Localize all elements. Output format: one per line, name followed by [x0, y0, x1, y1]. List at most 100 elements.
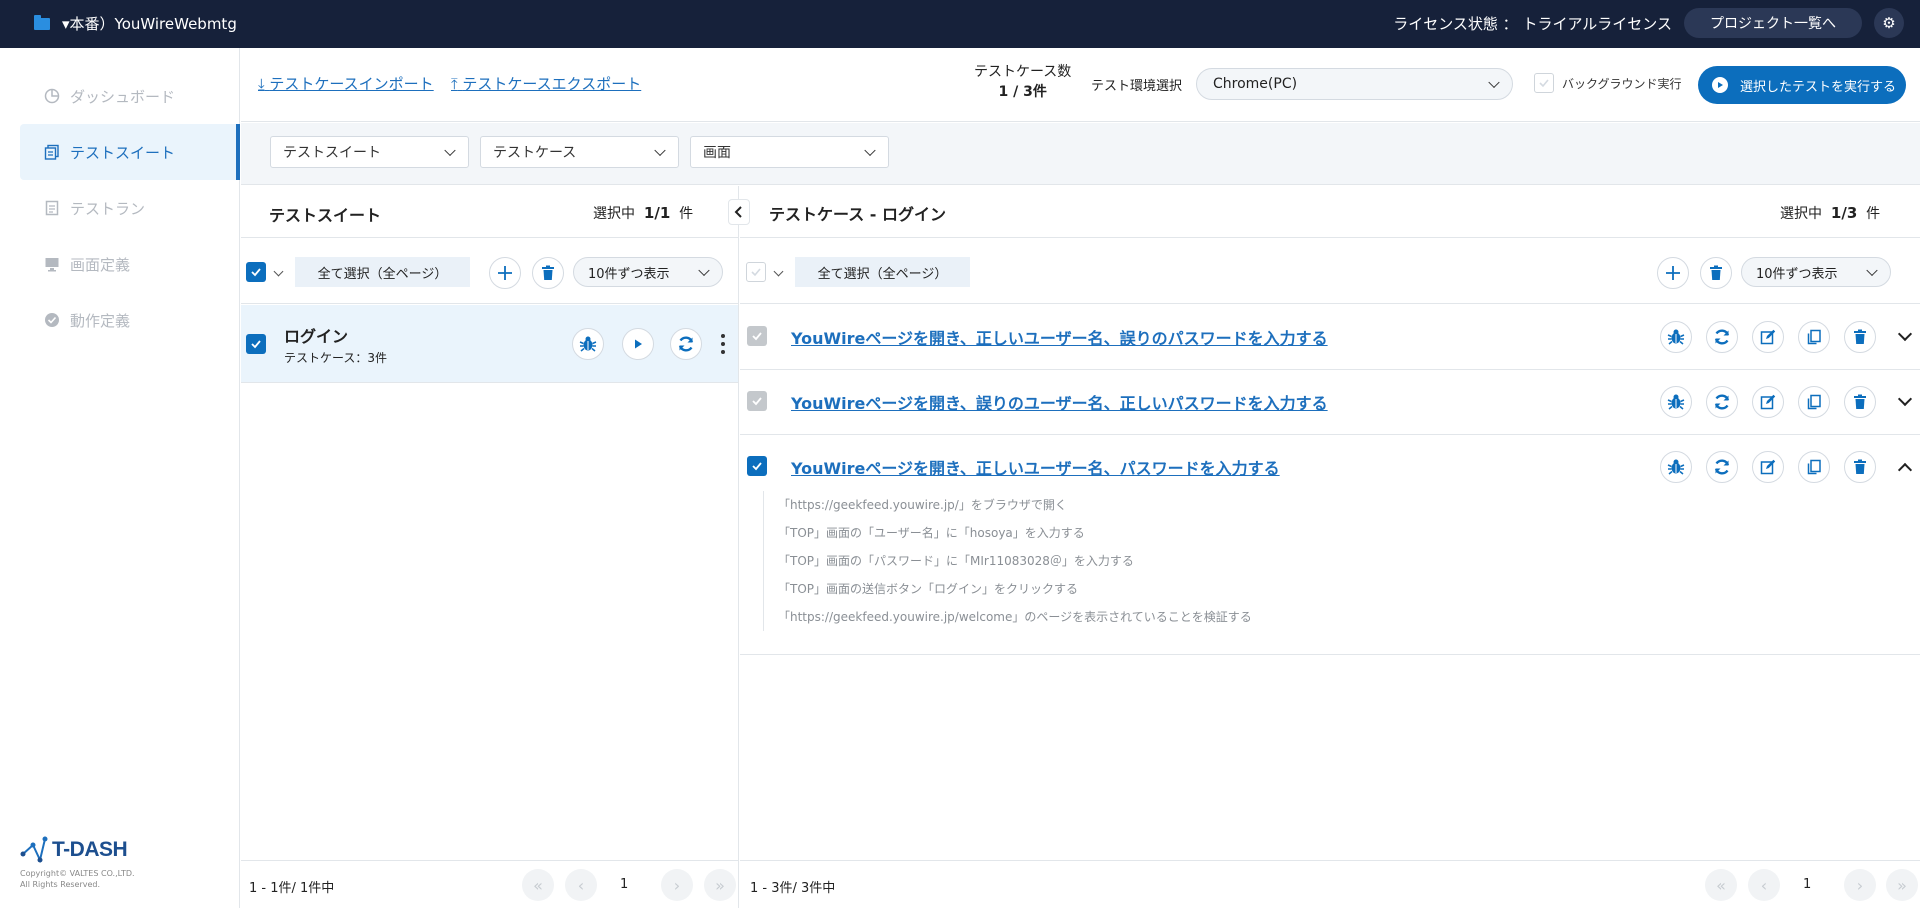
- delete-button[interactable]: [1844, 386, 1876, 418]
- screen-filter-select[interactable]: 画面: [690, 136, 889, 168]
- step-item: 「TOP」画面の送信ボタン「ログイン」をクリックする: [778, 582, 1079, 596]
- per-page-select[interactable]: 10件ずつ表示: [1741, 257, 1891, 287]
- delete-button[interactable]: [1844, 321, 1876, 353]
- top-bar: ▾本番）YouWireWebmtg ライセンス状態 ： トライアルライセンス プ…: [0, 0, 1920, 48]
- debug-button[interactable]: [1660, 321, 1692, 353]
- prev-page-button[interactable]: ‹: [1748, 869, 1780, 901]
- trash-icon: [1854, 394, 1866, 409]
- case-title-link[interactable]: YouWireページを開き、正しいユーザー名、誤りのパスワードを入力する: [791, 325, 1328, 349]
- env-select[interactable]: Chrome(PC): [1196, 68, 1513, 100]
- test-case-count: テストケース数 1 / 3件: [974, 64, 1072, 100]
- refresh-button[interactable]: [1706, 321, 1738, 353]
- bug-icon: [1667, 394, 1685, 410]
- expand-toggle[interactable]: [1890, 386, 1920, 418]
- pagination: 1 - 1件/ 1件中 « ‹ 1 › »: [241, 860, 738, 908]
- collapse-toggle[interactable]: [1890, 451, 1920, 483]
- chevron-down-icon[interactable]: [273, 266, 284, 277]
- chevron-down-icon[interactable]: [773, 266, 784, 277]
- debug-button[interactable]: [1660, 451, 1692, 483]
- more-menu-icon[interactable]: [721, 334, 725, 354]
- next-page-button[interactable]: ›: [661, 869, 693, 901]
- copy-button[interactable]: [1798, 321, 1830, 353]
- refresh-button[interactable]: [1706, 451, 1738, 483]
- suite-name[interactable]: ログイン: [284, 323, 348, 347]
- first-page-button[interactable]: «: [522, 869, 554, 901]
- case-checkbox[interactable]: [747, 326, 767, 346]
- edit-button[interactable]: [1752, 451, 1784, 483]
- copy-button[interactable]: [1798, 451, 1830, 483]
- refresh-button[interactable]: [1706, 386, 1738, 418]
- sidebar-item-screen-definition[interactable]: 画面定義: [20, 236, 240, 292]
- chevron-down-icon: [1897, 391, 1913, 407]
- run-suite-button[interactable]: [622, 328, 654, 360]
- debug-button[interactable]: [1660, 386, 1692, 418]
- project-selector[interactable]: ▾本番）YouWireWebmtg: [34, 13, 237, 34]
- project-list-button[interactable]: プロジェクト一覧へ: [1684, 8, 1862, 38]
- last-page-button[interactable]: »: [1886, 869, 1918, 901]
- sidebar-item-test-run[interactable]: テストラン: [20, 180, 240, 236]
- case-checkbox[interactable]: [747, 456, 767, 476]
- test-run-icon: [44, 200, 60, 216]
- refresh-suite-button[interactable]: [670, 328, 702, 360]
- select-all-checkbox[interactable]: [246, 262, 266, 282]
- prev-page-button[interactable]: ‹: [565, 869, 597, 901]
- chevron-up-icon: [1897, 462, 1913, 478]
- sidebar-item-action-definition[interactable]: 動作定義: [20, 292, 240, 348]
- case-title-link[interactable]: YouWireページを開き、正しいユーザー名、パスワードを入力する: [791, 455, 1280, 479]
- pager-info: 1 - 1件/ 1件中: [249, 881, 335, 896]
- download-icon: ⤓: [258, 75, 265, 93]
- test-case-row[interactable]: YouWireページを開き、正しいユーザー名、誤りのパスワードを入力する: [740, 305, 1920, 370]
- add-case-button[interactable]: [1657, 257, 1689, 289]
- sidebar-item-label: テストスイート: [70, 143, 176, 162]
- copy-button[interactable]: [1798, 386, 1830, 418]
- first-page-button[interactable]: «: [1705, 869, 1737, 901]
- filter-bar: テストスイート テストケース 画面: [241, 123, 1920, 185]
- edit-button[interactable]: [1752, 386, 1784, 418]
- delete-case-button[interactable]: [1700, 257, 1732, 289]
- case-checkbox[interactable]: [747, 391, 767, 411]
- debug-button[interactable]: [572, 328, 604, 360]
- test-case-row[interactable]: YouWireページを開き、誤りのユーザー名、正しいパスワードを入力する: [740, 370, 1920, 435]
- add-suite-button[interactable]: [489, 257, 521, 289]
- background-run-checkbox[interactable]: バックグラウンド実行: [1534, 73, 1682, 93]
- chevron-down-icon: [864, 144, 876, 157]
- chevron-down-icon: [698, 264, 710, 277]
- play-icon: [1712, 77, 1728, 93]
- test-case-import-link[interactable]: ⤓ テストケースインポート: [258, 73, 434, 94]
- step-item: 「TOP」画面の「ユーザー名」に「hosoya」を入力する: [778, 526, 1085, 540]
- delete-suite-button[interactable]: [532, 257, 564, 289]
- suite-row[interactable]: ログイン テストケース：3件: [241, 305, 738, 383]
- last-page-button[interactable]: »: [704, 869, 736, 901]
- expand-toggle[interactable]: [1890, 321, 1920, 353]
- case-title-link[interactable]: YouWireページを開き、誤りのユーザー名、正しいパスワードを入力する: [791, 390, 1328, 414]
- gear-icon: ⚙: [1882, 15, 1896, 32]
- settings-button[interactable]: ⚙: [1874, 8, 1904, 38]
- bug-icon: [1667, 459, 1685, 475]
- sidebar-item-test-suite[interactable]: テストスイート: [20, 124, 240, 180]
- selected-count: 選択中 1/3 件: [1780, 204, 1881, 222]
- select-all-checkbox[interactable]: [746, 262, 766, 282]
- case-filter-select[interactable]: テストケース: [480, 136, 679, 168]
- suite-filter-select[interactable]: テストスイート: [270, 136, 469, 168]
- edit-button[interactable]: [1752, 321, 1784, 353]
- delete-button[interactable]: [1844, 451, 1876, 483]
- case-steps: 「https://geekfeed.youwire.jp/」をブラウザで開く 「…: [763, 491, 1252, 631]
- collapse-panel-button[interactable]: [728, 199, 750, 225]
- plus-icon: [1666, 266, 1680, 280]
- next-page-button[interactable]: ›: [1844, 869, 1876, 901]
- copy-icon: [1807, 394, 1821, 410]
- chevron-down-icon: [444, 144, 456, 157]
- env-label: テスト環境選択: [1091, 79, 1183, 94]
- sidebar-item-dashboard[interactable]: ダッシュボード: [20, 68, 240, 124]
- license-status: ライセンス状態 ： トライアルライセンス: [1393, 14, 1672, 33]
- checkbox[interactable]: [1534, 73, 1554, 93]
- per-page-select[interactable]: 10件ずつ表示: [573, 257, 723, 287]
- select-all-pages-button[interactable]: 全て選択（全ページ）: [795, 257, 970, 287]
- logo-icon: [20, 836, 48, 864]
- select-all-pages-button[interactable]: 全て選択（全ページ）: [295, 257, 470, 287]
- monitor-icon: [44, 256, 60, 272]
- run-selected-tests-button[interactable]: 選択したテストを実行する: [1698, 66, 1906, 104]
- test-case-row-expanded[interactable]: YouWireページを開き、正しいユーザー名、パスワードを入力する 「https…: [740, 435, 1920, 655]
- suite-checkbox[interactable]: [246, 334, 266, 354]
- test-case-export-link[interactable]: ⤒ テストケースエクスポート: [451, 73, 641, 94]
